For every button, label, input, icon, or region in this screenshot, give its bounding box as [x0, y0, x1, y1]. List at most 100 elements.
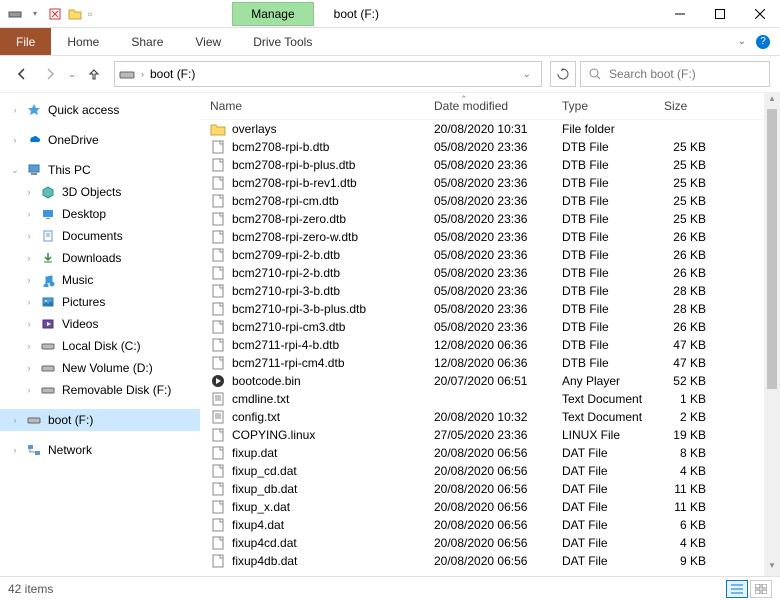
- details-view-button[interactable]: [726, 580, 748, 598]
- file-row[interactable]: config.txt20/08/2020 10:32Text Document2…: [200, 408, 764, 426]
- column-header-date[interactable]: Date modified: [434, 99, 562, 113]
- chevron-right-icon[interactable]: ›: [24, 385, 34, 395]
- chevron-right-icon[interactable]: ›: [10, 135, 20, 145]
- file-row[interactable]: fixup_db.dat20/08/2020 06:56DAT File11 K…: [200, 480, 764, 498]
- tree-item[interactable]: ›3D Objects: [0, 181, 200, 203]
- file-row[interactable]: bcm2708-rpi-b-plus.dtb05/08/2020 23:36DT…: [200, 156, 764, 174]
- scroll-down-icon[interactable]: ▾: [764, 560, 780, 576]
- tree-item[interactable]: ›Videos: [0, 313, 200, 335]
- chevron-down-icon[interactable]: ⌄: [10, 165, 20, 176]
- ribbon-expand-icon[interactable]: ⌄: [738, 36, 746, 47]
- chevron-right-icon[interactable]: ›: [24, 253, 34, 263]
- file-size: 26 KB: [664, 320, 724, 334]
- address-bar[interactable]: › boot (F:) ⌄: [114, 61, 542, 87]
- tree-this-pc[interactable]: ⌄ This PC: [0, 159, 200, 181]
- recent-locations-button[interactable]: ⌄: [66, 62, 78, 86]
- file-row[interactable]: bcm2708-rpi-zero.dtb05/08/2020 23:36DTB …: [200, 210, 764, 228]
- tree-item[interactable]: ›Removable Disk (F:): [0, 379, 200, 401]
- file-row[interactable]: fixup_x.dat20/08/2020 06:56DAT File11 KB: [200, 498, 764, 516]
- file-row[interactable]: fixup_cd.dat20/08/2020 06:56DAT File4 KB: [200, 462, 764, 480]
- chevron-right-icon[interactable]: ›: [24, 231, 34, 241]
- column-header-type[interactable]: Type: [562, 99, 664, 113]
- file-row[interactable]: bcm2708-rpi-cm.dtb05/08/2020 23:36DTB Fi…: [200, 192, 764, 210]
- file-size: 11 KB: [664, 500, 724, 514]
- address-segment[interactable]: boot (F:): [150, 67, 195, 81]
- file-row[interactable]: bcm2710-rpi-cm3.dtb05/08/2020 23:36DTB F…: [200, 318, 764, 336]
- file-date: 27/05/2020 23:36: [434, 428, 562, 442]
- tree-boot-drive[interactable]: › boot (F:): [0, 409, 200, 431]
- maximize-button[interactable]: [700, 0, 740, 28]
- close-button[interactable]: [740, 0, 780, 28]
- file-row[interactable]: bootcode.bin20/07/2020 06:51Any Player52…: [200, 372, 764, 390]
- manage-contextual-tab[interactable]: Manage: [232, 2, 313, 26]
- tree-label: boot (F:): [48, 413, 93, 427]
- file-size: 11 KB: [664, 482, 724, 496]
- properties-icon[interactable]: [48, 7, 62, 21]
- navigation-pane[interactable]: › Quick access › OneDrive ⌄ This PC ›3D …: [0, 93, 200, 576]
- up-button[interactable]: [82, 62, 106, 86]
- ribbon-tab-drive-tools[interactable]: Drive Tools: [237, 28, 328, 55]
- column-headers[interactable]: ⌃ Name Date modified Type Size: [200, 93, 764, 120]
- file-row[interactable]: bcm2708-rpi-b.dtb05/08/2020 23:36DTB Fil…: [200, 138, 764, 156]
- qat-overflow[interactable]: ▫: [88, 7, 92, 21]
- search-box[interactable]: Search boot (F:): [580, 61, 770, 87]
- file-row[interactable]: bcm2710-rpi-3-b.dtb05/08/2020 23:36DTB F…: [200, 282, 764, 300]
- ribbon-tab-home[interactable]: Home: [51, 28, 115, 55]
- tree-item[interactable]: ›Documents: [0, 225, 200, 247]
- chevron-right-icon[interactable]: ›: [24, 341, 34, 351]
- vertical-scrollbar[interactable]: ▴ ▾: [764, 93, 780, 576]
- column-header-size[interactable]: Size: [664, 99, 724, 113]
- ribbon-tab-view[interactable]: View: [179, 28, 237, 55]
- file-row[interactable]: bcm2709-rpi-2-b.dtb05/08/2020 23:36DTB F…: [200, 246, 764, 264]
- tree-item[interactable]: ›Music: [0, 269, 200, 291]
- tree-item[interactable]: ›Local Disk (C:): [0, 335, 200, 357]
- tree-item[interactable]: ›Pictures: [0, 291, 200, 313]
- ribbon-tab-share[interactable]: Share: [115, 28, 179, 55]
- file-list[interactable]: overlays20/08/2020 10:31File folderbcm27…: [200, 120, 764, 576]
- folder-qat-icon[interactable]: [68, 7, 82, 21]
- chevron-right-icon[interactable]: ›: [10, 105, 20, 115]
- chevron-right-icon[interactable]: ›: [141, 69, 144, 79]
- file-row[interactable]: fixup4db.dat20/08/2020 06:56DAT File9 KB: [200, 552, 764, 570]
- address-dropdown-icon[interactable]: ⌄: [517, 69, 537, 80]
- file-row[interactable]: fixup4cd.dat20/08/2020 06:56DAT File4 KB: [200, 534, 764, 552]
- qat-dropdown-icon[interactable]: ▾: [28, 7, 42, 21]
- file-row[interactable]: bcm2708-rpi-b-rev1.dtb05/08/2020 23:36DT…: [200, 174, 764, 192]
- file-row[interactable]: bcm2708-rpi-zero-w.dtb05/08/2020 23:36DT…: [200, 228, 764, 246]
- chevron-right-icon[interactable]: ›: [24, 275, 34, 285]
- file-row[interactable]: bcm2711-rpi-4-b.dtb12/08/2020 06:36DTB F…: [200, 336, 764, 354]
- tree-item[interactable]: ›Downloads: [0, 247, 200, 269]
- file-row[interactable]: overlays20/08/2020 10:31File folder: [200, 120, 764, 138]
- file-row[interactable]: bcm2711-rpi-cm4.dtb12/08/2020 06:36DTB F…: [200, 354, 764, 372]
- tree-item[interactable]: ›Desktop: [0, 203, 200, 225]
- file-tab[interactable]: File: [0, 28, 51, 55]
- large-icons-view-button[interactable]: [750, 580, 772, 598]
- chevron-right-icon[interactable]: ›: [24, 187, 34, 197]
- scroll-thumb[interactable]: [767, 109, 777, 389]
- minimize-button[interactable]: [660, 0, 700, 28]
- file-type: DTB File: [562, 302, 664, 316]
- chevron-right-icon[interactable]: ›: [10, 415, 20, 425]
- column-header-name[interactable]: Name: [206, 99, 434, 113]
- tree-onedrive[interactable]: › OneDrive: [0, 129, 200, 151]
- chevron-right-icon[interactable]: ›: [24, 297, 34, 307]
- file-row[interactable]: fixup4.dat20/08/2020 06:56DAT File6 KB: [200, 516, 764, 534]
- back-button[interactable]: [10, 62, 34, 86]
- file-row[interactable]: fixup.dat20/08/2020 06:56DAT File8 KB: [200, 444, 764, 462]
- tree-network[interactable]: › Network: [0, 439, 200, 461]
- chevron-right-icon[interactable]: ›: [24, 209, 34, 219]
- tree-quick-access[interactable]: › Quick access: [0, 99, 200, 121]
- refresh-button[interactable]: [550, 61, 576, 87]
- search-icon: [589, 68, 601, 80]
- file-row[interactable]: cmdline.txtText Document1 KB: [200, 390, 764, 408]
- help-icon[interactable]: ?: [756, 35, 770, 49]
- chevron-right-icon[interactable]: ›: [10, 445, 20, 455]
- forward-button[interactable]: [38, 62, 62, 86]
- chevron-right-icon[interactable]: ›: [24, 319, 34, 329]
- chevron-right-icon[interactable]: ›: [24, 363, 34, 373]
- scroll-up-icon[interactable]: ▴: [764, 93, 780, 109]
- file-row[interactable]: bcm2710-rpi-3-b-plus.dtb05/08/2020 23:36…: [200, 300, 764, 318]
- file-row[interactable]: COPYING.linux27/05/2020 23:36LINUX File1…: [200, 426, 764, 444]
- tree-item[interactable]: ›New Volume (D:): [0, 357, 200, 379]
- file-row[interactable]: bcm2710-rpi-2-b.dtb05/08/2020 23:36DTB F…: [200, 264, 764, 282]
